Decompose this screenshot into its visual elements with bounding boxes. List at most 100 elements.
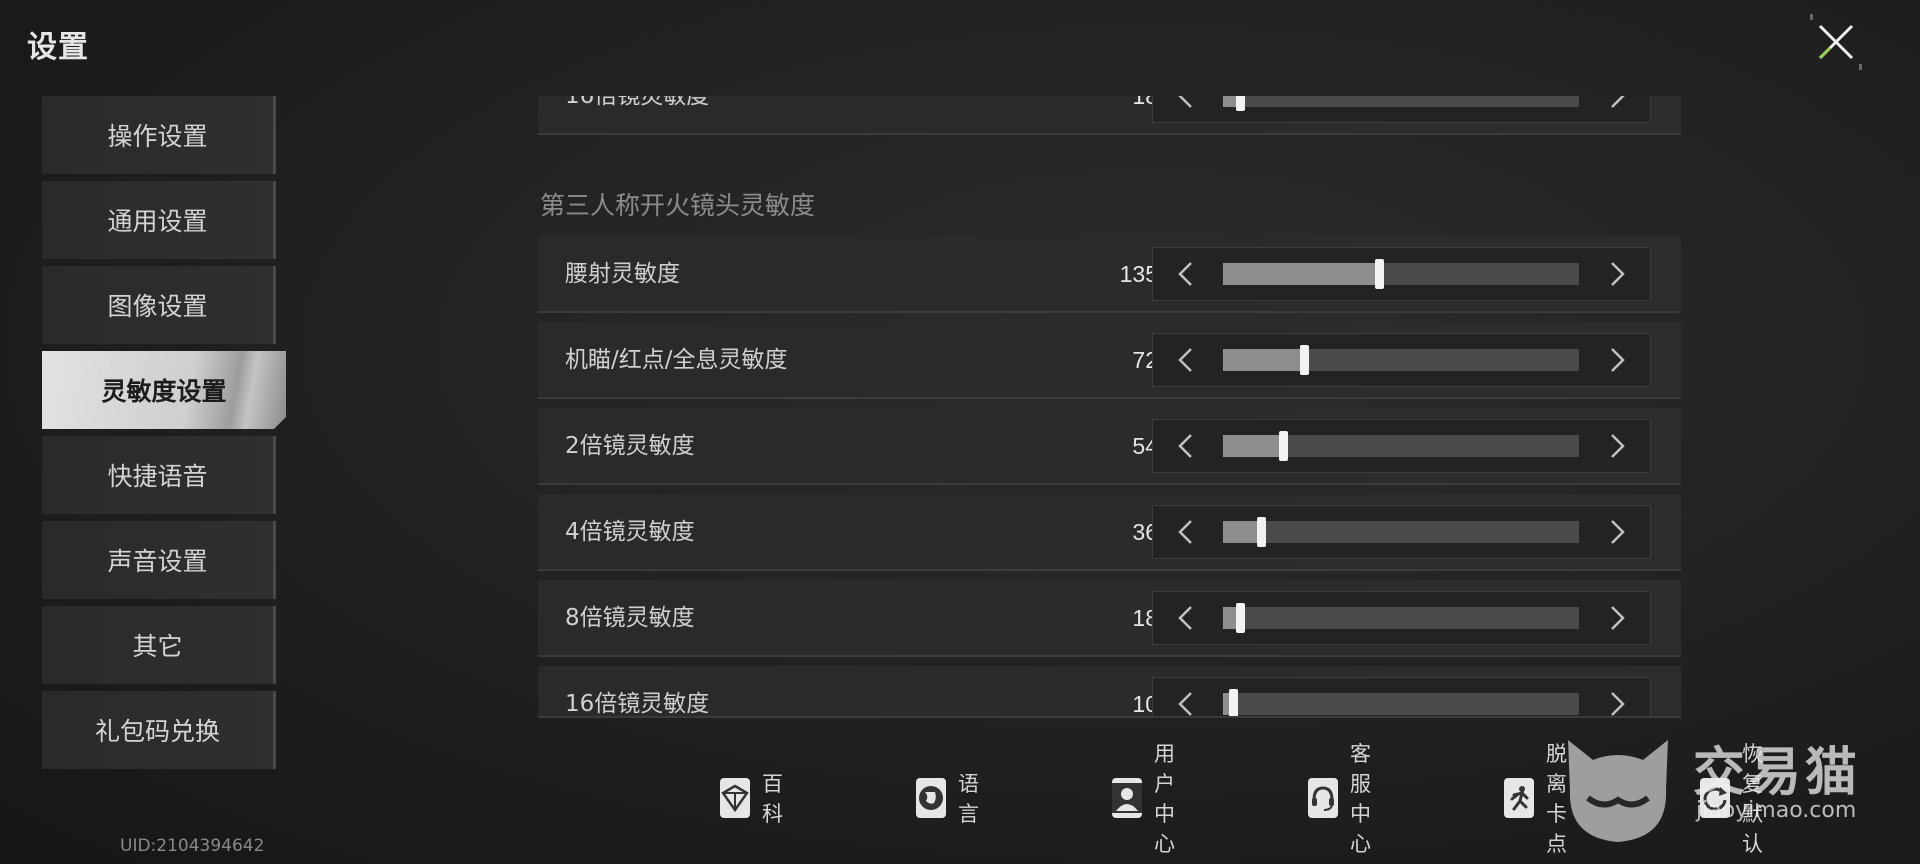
- sidebar-item-label: 快捷语音: [107, 462, 208, 491]
- sidebar-item-other[interactable]: 其它: [42, 606, 276, 684]
- slider-thumb[interactable]: [1374, 259, 1384, 289]
- slider: [1152, 96, 1651, 123]
- setting-label: 16倍镜灵敏度: [565, 96, 710, 109]
- increase-button[interactable]: [1592, 96, 1644, 122]
- slider-fill: [1223, 435, 1284, 457]
- setting-row-8x: 8倍镜灵敏度 18: [538, 580, 1681, 657]
- sidebar-item-quick-voice[interactable]: 快捷语音: [42, 436, 276, 514]
- setting-row-hipfire: 腰射灵敏度 135: [538, 236, 1681, 313]
- setting-row-iron-sight: 机瞄/红点/全息灵敏度 72: [538, 322, 1681, 399]
- chevron-left-icon: [1178, 262, 1192, 286]
- setting-label: 机瞄/红点/全息灵敏度: [565, 347, 788, 373]
- page-title: 设置: [27, 30, 89, 65]
- decrease-button[interactable]: [1159, 248, 1211, 300]
- chevron-right-icon: [1611, 520, 1625, 544]
- chevron-left-icon: [1178, 520, 1192, 544]
- uid-label: UID:2104394642: [120, 836, 265, 856]
- close-button[interactable]: [1810, 14, 1862, 70]
- sidebar-item-general[interactable]: 通用设置: [42, 181, 276, 259]
- slider-thumb[interactable]: [1235, 603, 1245, 633]
- increase-button[interactable]: [1592, 592, 1644, 644]
- globe-icon: [916, 778, 946, 818]
- decrease-button[interactable]: [1159, 678, 1211, 716]
- slider-thumb[interactable]: [1299, 345, 1309, 375]
- watermark-subtext: jiaoyimao.com: [1696, 798, 1857, 823]
- sidebar-item-label: 图像设置: [107, 292, 208, 321]
- slider: [1152, 591, 1651, 645]
- slider-track[interactable]: [1223, 259, 1579, 289]
- slider-track[interactable]: [1223, 431, 1579, 461]
- setting-label: 腰射灵敏度: [565, 261, 680, 287]
- decrease-button[interactable]: [1159, 96, 1211, 122]
- slider: [1152, 677, 1651, 716]
- sidebar-item-operation[interactable]: 操作设置: [42, 96, 276, 174]
- sidebar-item-sound[interactable]: 声音设置: [42, 521, 276, 599]
- sidebar-item-label: 其它: [132, 632, 183, 661]
- slider-thumb[interactable]: [1235, 96, 1245, 111]
- increase-button[interactable]: [1592, 506, 1644, 558]
- sidebar-item-label: 灵敏度设置: [101, 377, 227, 406]
- setting-label: 2倍镜灵敏度: [565, 433, 695, 459]
- setting-value: 10: [1132, 691, 1158, 716]
- chevron-right-icon: [1611, 606, 1625, 630]
- watermark-text: 交易猫: [1693, 743, 1862, 803]
- slider-track[interactable]: [1223, 96, 1579, 111]
- setting-row-2x: 2倍镜灵敏度 54: [538, 408, 1681, 485]
- slider: [1152, 505, 1651, 559]
- setting-row: 16倍镜灵敏度 18: [538, 96, 1681, 135]
- customer-service-label: 客服中心: [1350, 742, 1371, 856]
- decrease-button[interactable]: [1159, 592, 1211, 644]
- sidebar-item-sensitivity[interactable]: 灵敏度设置: [42, 351, 286, 429]
- slider-track[interactable]: [1223, 689, 1579, 716]
- slider: [1152, 247, 1651, 301]
- setting-value: 54: [1132, 433, 1158, 459]
- headset-icon: [1308, 778, 1338, 818]
- chevron-left-icon: [1178, 692, 1192, 716]
- sidebar: 操作设置 通用设置 图像设置 灵敏度设置 快捷语音 声音设置 其它 礼包码兑换: [42, 96, 286, 776]
- increase-button[interactable]: [1592, 248, 1644, 300]
- slider-thumb[interactable]: [1278, 431, 1288, 461]
- sidebar-item-label: 通用设置: [107, 207, 208, 236]
- chevron-left-icon: [1178, 348, 1192, 372]
- user-center-button[interactable]: 用户中心: [1112, 742, 1185, 856]
- language-button[interactable]: 语言: [916, 772, 989, 826]
- slider-fill: [1223, 349, 1305, 371]
- slider-track[interactable]: [1223, 603, 1579, 633]
- sidebar-item-label: 操作设置: [107, 122, 208, 151]
- list-divider: [538, 716, 1681, 718]
- user-center-label: 用户中心: [1154, 742, 1175, 856]
- sidebar-item-label: 礼包码兑换: [94, 717, 220, 746]
- increase-button[interactable]: [1592, 334, 1644, 386]
- sidebar-item-gift-code[interactable]: 礼包码兑换: [42, 691, 276, 769]
- setting-label: 4倍镜灵敏度: [565, 519, 695, 545]
- setting-value: 18: [1132, 605, 1158, 631]
- decrease-button[interactable]: [1159, 420, 1211, 472]
- slider-thumb[interactable]: [1228, 689, 1238, 716]
- setting-value: 135: [1119, 261, 1158, 287]
- slider-fill: [1223, 263, 1380, 285]
- increase-button[interactable]: [1592, 678, 1644, 716]
- slider-track[interactable]: [1223, 345, 1579, 375]
- decrease-button[interactable]: [1159, 334, 1211, 386]
- running-man-icon: [1504, 778, 1534, 818]
- chevron-right-icon: [1611, 348, 1625, 372]
- close-icon: [1818, 24, 1854, 60]
- decrease-button[interactable]: [1159, 506, 1211, 558]
- increase-button[interactable]: [1592, 420, 1644, 472]
- wiki-icon: [720, 778, 750, 818]
- setting-label: 16倍镜灵敏度: [565, 691, 710, 716]
- sidebar-item-label: 声音设置: [107, 547, 208, 576]
- sensitivity-list[interactable]: 16倍镜灵敏度 18 第三人称开火镜头灵敏度 腰射灵敏度 135 机瞄/红点/全…: [538, 96, 1681, 716]
- chevron-right-icon: [1611, 262, 1625, 286]
- customer-service-button[interactable]: 客服中心: [1308, 742, 1381, 856]
- slider-thumb[interactable]: [1257, 517, 1267, 547]
- slider-track[interactable]: [1223, 517, 1579, 547]
- wiki-button[interactable]: 百科: [720, 772, 793, 826]
- setting-row-4x: 4倍镜灵敏度 36: [538, 494, 1681, 571]
- sidebar-item-graphics[interactable]: 图像设置: [42, 266, 276, 344]
- setting-value: 72: [1132, 347, 1158, 373]
- chevron-left-icon: [1178, 96, 1192, 108]
- setting-row-16x: 16倍镜灵敏度 10: [538, 666, 1681, 716]
- chevron-right-icon: [1611, 434, 1625, 458]
- chevron-right-icon: [1611, 692, 1625, 716]
